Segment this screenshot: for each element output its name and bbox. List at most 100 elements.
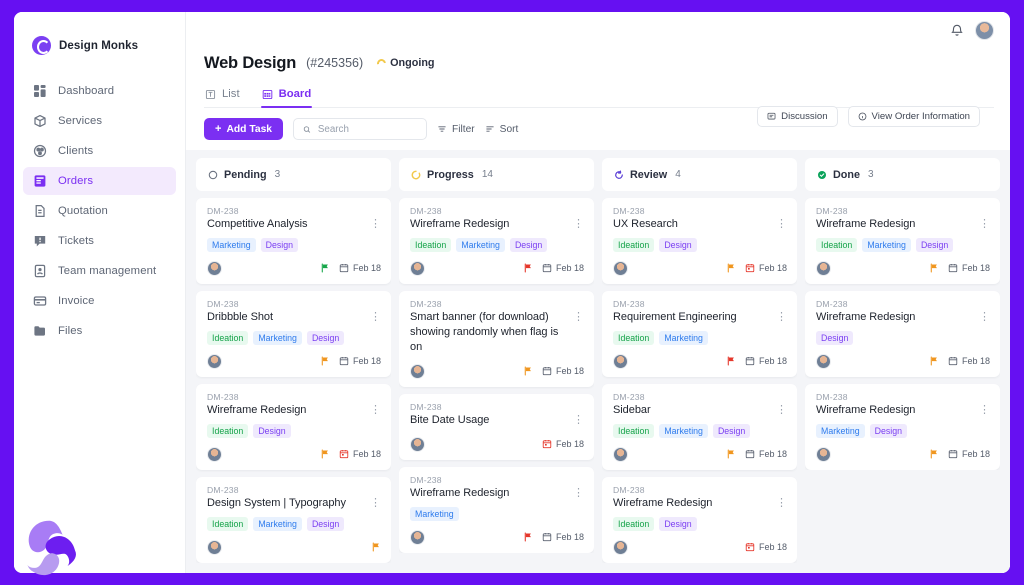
card-tag[interactable]: Marketing	[253, 516, 302, 531]
card-menu-icon[interactable]: ⋮	[776, 403, 787, 416]
task-card[interactable]: DM-238 Wireframe Redesign ⋮ Ideation Desi…	[196, 383, 391, 470]
card-assignee-avatar[interactable]	[207, 539, 222, 555]
kanban-board: Pending 3 DM-238 Competitive Analysis ⋮ …	[186, 150, 1010, 573]
card-menu-icon[interactable]: ⋮	[573, 217, 584, 230]
add-task-button[interactable]: + Add Task	[204, 118, 284, 140]
card-tag[interactable]: Ideation	[613, 330, 655, 345]
tab-list[interactable]: List	[204, 84, 241, 107]
user-avatar[interactable]	[975, 20, 994, 40]
card-assignee-avatar[interactable]	[613, 446, 628, 462]
card-tag[interactable]: Design	[915, 237, 954, 252]
card-tag[interactable]: Ideation	[207, 516, 249, 531]
card-tag[interactable]: Marketing	[659, 423, 708, 438]
card-tag[interactable]: Ideation	[207, 423, 249, 438]
card-assignee-avatar[interactable]	[207, 260, 222, 276]
sidebar-item-quotation[interactable]: Quotation	[23, 197, 176, 225]
card-assignee-avatar[interactable]	[816, 353, 831, 369]
card-menu-icon[interactable]: ⋮	[370, 217, 381, 230]
task-card[interactable]: DM-238 Wireframe Redesign ⋮ Design Feb 1…	[805, 290, 1000, 377]
task-card[interactable]: DM-238 Design System | Typography ⋮ Idea…	[196, 476, 391, 563]
card-assignee-avatar[interactable]	[410, 436, 425, 452]
card-menu-icon[interactable]: ⋮	[370, 403, 381, 416]
card-menu-icon[interactable]: ⋮	[979, 403, 990, 416]
discussion-button[interactable]: Discussion	[757, 106, 838, 127]
card-tag[interactable]: Marketing	[659, 330, 708, 345]
card-tag[interactable]: Ideation	[816, 237, 858, 252]
card-meta: Feb 18	[929, 356, 990, 366]
card-tag[interactable]: Marketing	[862, 237, 911, 252]
card-assignee-avatar[interactable]	[410, 529, 425, 545]
card-menu-icon[interactable]: ⋮	[776, 310, 787, 323]
card-tag[interactable]: Design	[816, 330, 854, 345]
sidebar-item-dashboard[interactable]: Dashboard	[23, 77, 176, 105]
card-tag[interactable]: Design	[253, 423, 291, 438]
card-tag[interactable]: Design	[509, 237, 548, 252]
task-card[interactable]: DM-238 Smart banner (for download) showi…	[399, 290, 594, 387]
card-assignee-avatar[interactable]	[207, 446, 222, 462]
sort-button[interactable]: Sort	[485, 124, 518, 135]
card-tag[interactable]: Marketing	[456, 237, 505, 252]
card-assignee-avatar[interactable]	[613, 260, 628, 276]
view-order-information-button[interactable]: View Order Information	[847, 106, 980, 127]
task-card[interactable]: DM-238 Requirement Engineering ⋮ Ideatio…	[602, 290, 797, 377]
task-card[interactable]: DM-238 Wireframe Redesign ⋮ Ideation Mark…	[805, 198, 1000, 284]
card-tag[interactable]: Design	[869, 423, 908, 438]
task-card[interactable]: DM-238 Wireframe Redesign ⋮ Marketing Fe…	[399, 466, 594, 553]
task-card[interactable]: DM-238 Wireframe Redesign ⋮ Ideation Desi…	[602, 476, 797, 563]
search-input[interactable]	[317, 123, 418, 135]
task-card[interactable]: DM-238 Wireframe Redesign ⋮ Ideation Mark…	[399, 198, 594, 284]
card-menu-icon[interactable]: ⋮	[573, 486, 584, 499]
card-tag[interactable]: Design	[659, 237, 697, 252]
filter-button[interactable]: Filter	[437, 124, 475, 135]
bell-icon[interactable]	[950, 23, 964, 37]
card-menu-icon[interactable]: ⋮	[979, 217, 990, 230]
task-card[interactable]: DM-238 Competitive Analysis ⋮ Marketing D…	[196, 198, 391, 284]
card-assignee-avatar[interactable]	[816, 446, 831, 462]
task-card[interactable]: DM-238 UX Research ⋮ Ideation Design Feb …	[602, 198, 797, 284]
sidebar-item-services[interactable]: Services	[23, 107, 176, 135]
card-assignee-avatar[interactable]	[613, 353, 628, 369]
card-tag[interactable]: Design	[306, 330, 345, 345]
card-menu-icon[interactable]: ⋮	[979, 310, 990, 323]
card-tag[interactable]: Ideation	[207, 330, 249, 345]
card-tag[interactable]: Ideation	[613, 237, 655, 252]
task-card[interactable]: DM-238 Dribbble Shot ⋮ Ideation Marketing…	[196, 290, 391, 377]
sidebar-item-clients[interactable]: Clients	[23, 137, 176, 165]
sidebar-item-orders[interactable]: Orders	[23, 167, 176, 195]
sidebar-item-tickets[interactable]: Tickets	[23, 227, 176, 255]
card-id: DM-238	[816, 298, 848, 309]
card-tag[interactable]: Marketing	[410, 506, 459, 521]
card-menu-icon[interactable]: ⋮	[776, 496, 787, 509]
card-menu-icon[interactable]: ⋮	[776, 217, 787, 230]
task-card[interactable]: DM-238 Wireframe Redesign ⋮ Marketing Des…	[805, 383, 1000, 470]
card-tag[interactable]: Ideation	[410, 237, 452, 252]
card-tag[interactable]: Design	[306, 516, 345, 531]
card-tag[interactable]: Marketing	[816, 423, 865, 438]
card-menu-icon[interactable]: ⋮	[370, 496, 381, 509]
card-tag[interactable]: Design	[260, 237, 299, 252]
sidebar-item-files[interactable]: Files	[23, 317, 176, 345]
card-tag[interactable]: Design	[659, 516, 697, 531]
card-tag[interactable]: Marketing	[207, 237, 256, 252]
task-card[interactable]: DM-238 Bite Date Usage ⋮ Feb 18	[399, 393, 594, 460]
card-tag[interactable]: Ideation	[613, 516, 655, 531]
card-assignee-avatar[interactable]	[613, 539, 628, 555]
card-tag[interactable]: Design	[712, 423, 751, 438]
card-assignee-avatar[interactable]	[410, 260, 425, 276]
card-tag[interactable]: Ideation	[613, 423, 655, 438]
card-tag[interactable]: Marketing	[253, 330, 302, 345]
task-card[interactable]: DM-238 Sidebar ⋮ Ideation Marketing Design…	[602, 383, 797, 470]
sidebar-item-invoice[interactable]: Invoice	[23, 287, 176, 315]
card-assignee-avatar[interactable]	[410, 363, 425, 379]
card-assignee-avatar[interactable]	[816, 260, 831, 276]
sidebar-item-team-management[interactable]: Team management	[23, 257, 176, 285]
card-due-date-label: Feb 18	[961, 449, 990, 460]
card-menu-icon[interactable]: ⋮	[573, 413, 584, 426]
search-box[interactable]	[293, 118, 428, 140]
card-title: UX Research	[613, 218, 678, 230]
card-menu-icon[interactable]: ⋮	[573, 310, 584, 323]
tab-board[interactable]: Board	[260, 84, 313, 108]
card-assignee-avatar[interactable]	[207, 353, 222, 369]
card-menu-icon[interactable]: ⋮	[370, 310, 381, 323]
calendar-icon	[542, 440, 552, 449]
